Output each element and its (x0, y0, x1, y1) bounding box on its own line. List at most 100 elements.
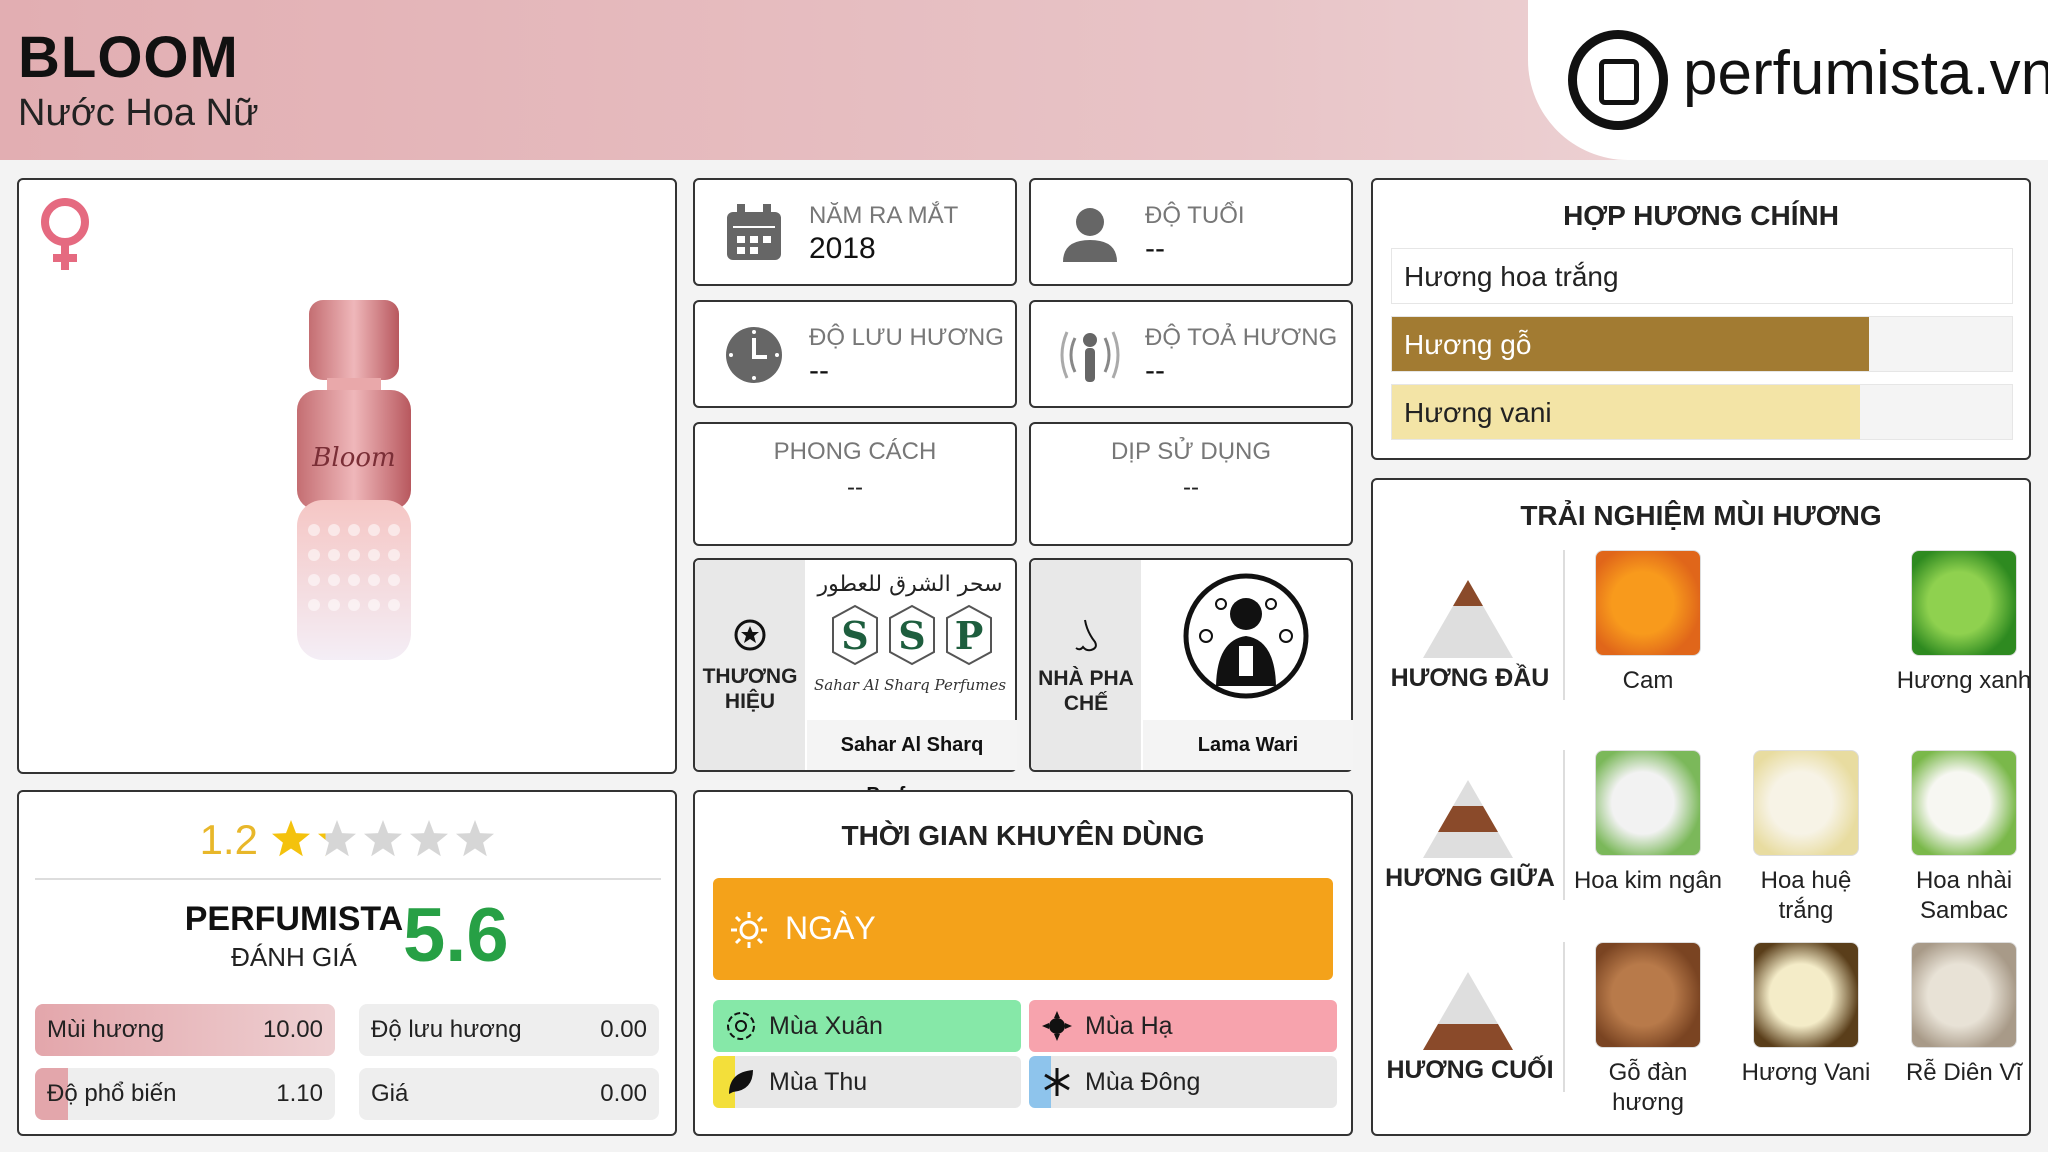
spring-label: Mùa Xuân (769, 1012, 883, 1040)
brand-card[interactable]: THƯƠNG HIỆU سحر الشرق للعطور S S P Sahar… (693, 558, 1017, 806)
rating-stars (272, 820, 495, 857)
product-image-card: Bloom (17, 178, 677, 774)
perfumer-card[interactable]: NHÀ PHA CHẾ Lama Wari (1029, 558, 1353, 772)
accord-label: Hương vani (1404, 397, 1552, 428)
perfume-bottle-image: Bloom (297, 300, 411, 660)
perfume-name: BLOOM (18, 25, 239, 90)
note-image (1595, 550, 1701, 656)
sillage-value: -- (1145, 354, 1165, 387)
rating-star (456, 820, 495, 857)
note-item[interactable]: Hoa huệ trắng (1731, 750, 1881, 930)
note-item[interactable]: Rễ Diên Vĩ (1889, 942, 2039, 1122)
rating-stat: Mùi hương 10.00 (35, 1004, 335, 1056)
summer-label: Mùa Hạ (1085, 1012, 1173, 1040)
note-item[interactable]: Hương xanh (1889, 550, 2039, 730)
style-label: PHONG CÁCH (773, 438, 937, 465)
sillage-icon (1060, 331, 1120, 382)
main-accords-title: HỢP HƯƠNG CHÍNH (1563, 200, 1839, 231)
star-badge-icon (734, 619, 766, 651)
launch-year-card: NĂM RA MẮT 2018 (693, 178, 1017, 286)
launch-year-label: NĂM RA MẮT (809, 202, 959, 229)
note-item[interactable]: Hương Vani (1731, 942, 1881, 1122)
brand-label: THƯƠNG HIỆU (702, 665, 798, 714)
pyramid-icon (1423, 780, 1513, 858)
stat-label: Độ lưu hương (371, 1016, 522, 1043)
day-banner: NGÀY (713, 878, 1333, 980)
summer-sun-icon (1042, 1011, 1072, 1041)
recommended-time-card: THỜI GIAN KHUYÊN DÙNG NGÀY Mùa Xuân Mùa … (693, 790, 1353, 1136)
stat-value: 0.00 (600, 1016, 647, 1043)
rating-star (272, 820, 311, 857)
note-name: Gỗ đàn hương (1608, 1059, 1688, 1116)
sillage-label: ĐỘ TOẢ HƯƠNG (1145, 324, 1338, 351)
accord-label: Hương hoa trắng (1404, 261, 1619, 292)
rating-star (410, 820, 449, 857)
rating-score: 1.2 (199, 816, 258, 863)
bottle-label: Bloom (311, 443, 395, 473)
perfume-category: Nước Hoa Nữ (18, 92, 259, 134)
day-label: NGÀY (785, 910, 876, 946)
user-icon (1063, 208, 1117, 262)
female-icon (41, 198, 89, 270)
stat-label: Giá (371, 1080, 409, 1107)
note-item[interactable]: Hoa nhài Sambac (1889, 750, 2039, 930)
site-logo[interactable]: perfumista.vn (1528, 0, 2048, 160)
note-name: Cam (1622, 667, 1674, 694)
accord-label: Hương gỗ (1404, 329, 1532, 360)
winter-label: Mùa Đông (1085, 1068, 1201, 1096)
perfumista-score: 5.6 (403, 893, 509, 978)
scent-notes-card: TRẢI NGHIỆM MÙI HƯƠNG HƯƠNG ĐẦU Cam Hương … (1371, 478, 2031, 1136)
autumn-label: Mùa Thu (769, 1068, 868, 1096)
stat-label: Mùi hương (47, 1016, 165, 1043)
snowflake-icon (1044, 1068, 1070, 1096)
longevity-card: ĐỘ LƯU HƯƠNG -- (693, 300, 1017, 408)
note-name: Hoa kim ngân (1573, 867, 1723, 894)
accord-bar: Hương gỗ (1391, 316, 2013, 372)
note-name: Hoa huệ trắng (1760, 867, 1852, 924)
svg-text:P: P (955, 613, 984, 658)
launch-year-value: 2018 (809, 232, 876, 265)
longevity-label: ĐỘ LƯU HƯƠNG (809, 324, 1004, 351)
note-image (1595, 750, 1701, 856)
occasion-card: DỊP SỬ DỤNG -- (1029, 422, 1353, 546)
note-image (1753, 942, 1859, 1048)
note-image (1911, 750, 2017, 856)
pyramid-icon (1423, 580, 1513, 658)
longevity-value: -- (809, 354, 829, 387)
rating-star (318, 820, 357, 857)
note-tier-label: HƯƠNG ĐẦU (1390, 664, 1550, 692)
occasion-label: DỊP SỬ DỤNG (1110, 438, 1272, 465)
note-item[interactable]: Cam (1573, 550, 1723, 730)
stat-value: 10.00 (262, 1016, 323, 1043)
nose-icon (1075, 619, 1097, 652)
brand-script-text: Sahar Al Sharq Perfumes (813, 676, 1007, 694)
occasion-value: -- (1183, 474, 1199, 501)
style-value: -- (847, 474, 863, 501)
note-image (1595, 942, 1701, 1048)
note-image (1911, 550, 2017, 656)
season-spring: Mùa Xuân (713, 1000, 1021, 1052)
note-name: Hương xanh (1896, 667, 2032, 694)
brand-arabic-text: سحر الشرق للعطور (817, 572, 1003, 597)
rating-stat: Giá 0.00 (359, 1068, 659, 1120)
pyramid-icon (1423, 972, 1513, 1050)
accord-bar: Hương hoa trắng (1391, 248, 2013, 304)
note-item[interactable]: Hoa kim ngân (1573, 750, 1723, 930)
season-summer: Mùa Hạ (1029, 1000, 1337, 1052)
stat-value: 0.00 (600, 1080, 647, 1107)
season-winter: Mùa Đông (1029, 1056, 1337, 1108)
rating-stat: Độ lưu hương 0.00 (359, 1004, 659, 1056)
season-autumn: Mùa Thu (713, 1056, 1021, 1108)
stat-value: 1.10 (276, 1080, 323, 1107)
calendar-icon (727, 204, 781, 260)
note-image (1753, 750, 1859, 856)
perfumer-label: NHÀ PHA CHẾ (1038, 667, 1134, 716)
leaf-icon (729, 1070, 753, 1094)
note-item[interactable]: Gỗ đàn hương (1573, 942, 1723, 1122)
header: BLOOM Nước Hoa Nữ perfumista.vn (0, 0, 2048, 160)
age-value: -- (1145, 232, 1165, 265)
flower-icon (727, 1012, 755, 1040)
rating-card: 1.2 PERFUMISTA ĐÁNH GIÁ 5.6 Mùi hương 10.… (17, 790, 677, 1136)
scent-notes-title: TRẢI NGHIỆM MÙI HƯƠNG (1520, 500, 1882, 531)
rating-stat: Độ phổ biến 1.10 (35, 1068, 335, 1120)
